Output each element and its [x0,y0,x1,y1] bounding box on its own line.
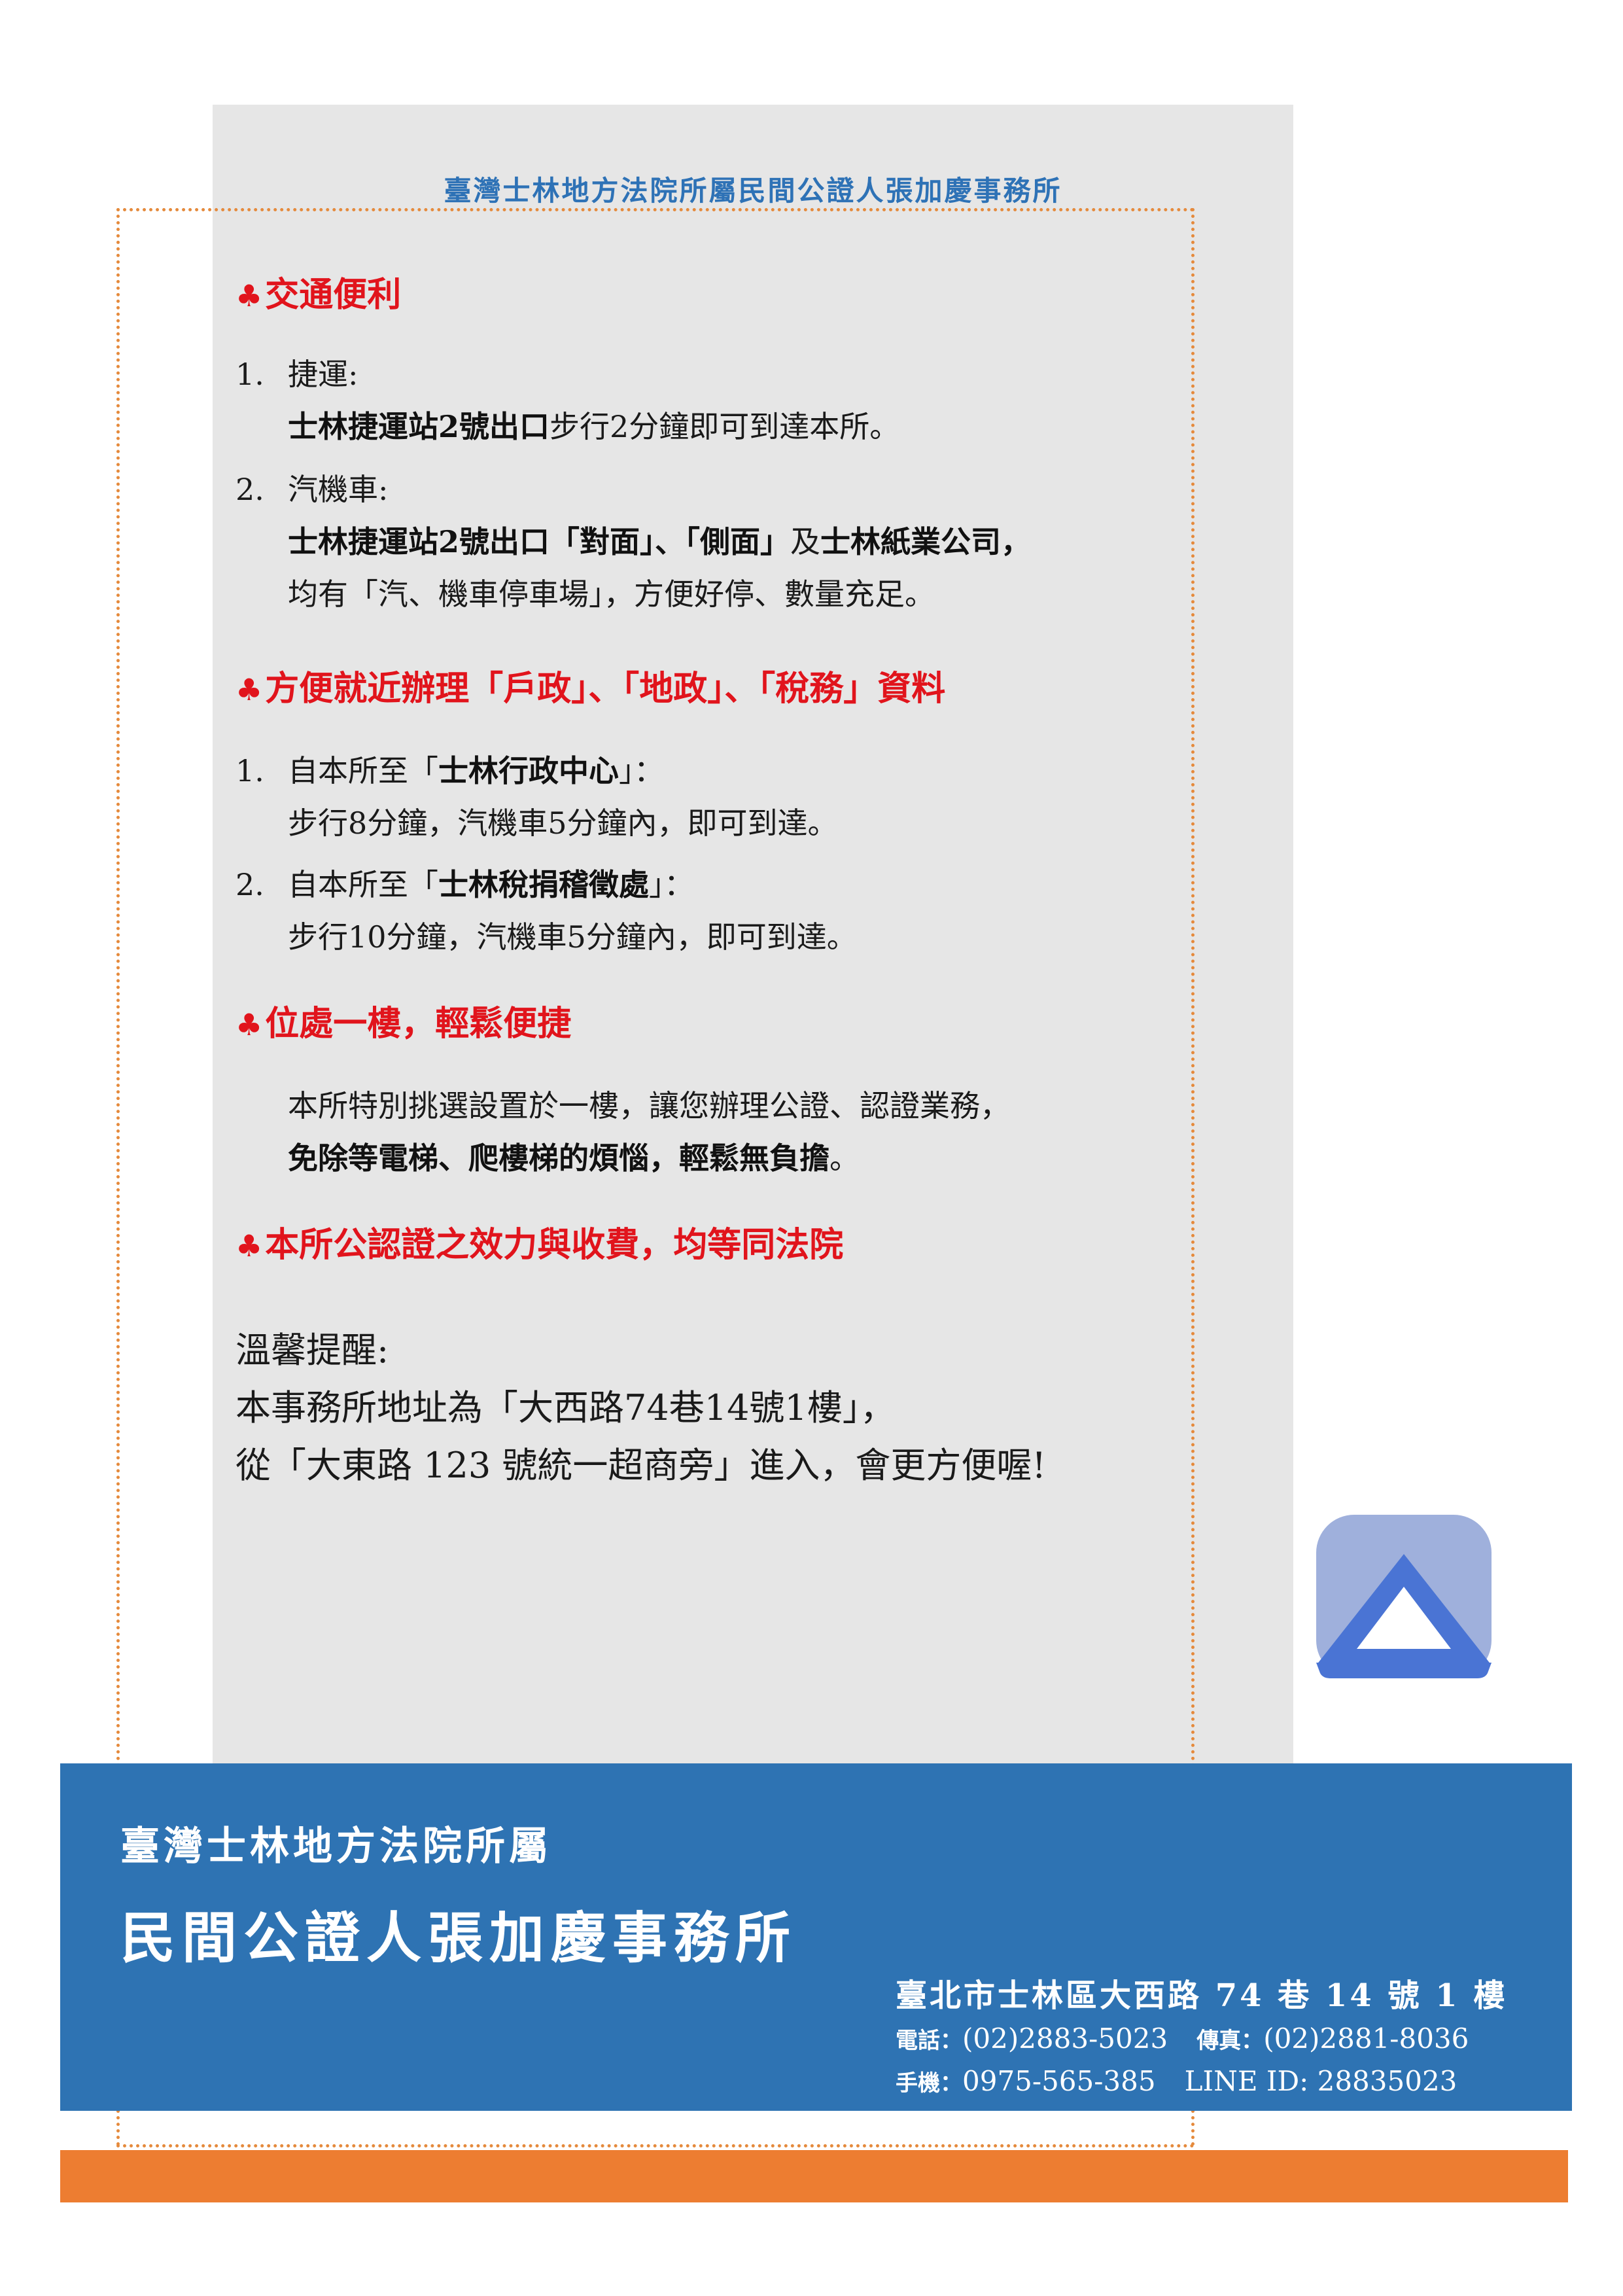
club-icon: ♣ [236,1007,263,1042]
header-title: 臺灣士林地方法院所屬民間公證人張加慶事務所 [444,175,1062,207]
reminder-heading: 溫馨提醒: [236,1330,389,1371]
footer-office-name: 民間公證人張加慶事務所 [120,1905,797,1970]
footer-band: 臺灣士林地方法院所屬 民間公證人張加慶事務所 臺北市士林區大西路 74 巷 14… [60,1763,1572,2111]
footer-contact: 臺北市士林區大西路 74 巷 14 號 1 樓 電話：(02)2883-5023… [896,1973,1507,2104]
list-item: 2. 汽機車: 士林捷運站2號出口「對面」、「側面」及士林紙業公司， 均有「汽、… [236,472,1032,612]
list-item: 2. 自本所至「士林稅捐稽徵處」： 步行10分鐘，汽機車5分鐘內，即可到達。 [236,867,857,955]
footer-phone-fax: 電話：(02)2883-5023 傳真：(02)2881-8036 [896,2022,1469,2055]
section-title: ♣本所公認證之效力與收費，均等同法院 [236,1225,844,1265]
reminder-line: 本事務所地址為「大西路74巷14號1樓」， [236,1387,896,1428]
footer-address: 臺北市士林區大西路 74 巷 14 號 1 樓 [896,1977,1508,2014]
section-title: ♣位處一樓，輕鬆便捷 [236,1004,572,1044]
paragraph: 本所特別挑選設置於一樓，讓您辦理公證、認證業務， 免除等電梯、爬樓梯的煩惱，輕鬆… [288,1088,1010,1176]
club-icon: ♣ [236,672,263,707]
reminder-line: 從「大東路 123 號統一超商旁」進入，會更方便喔! [236,1445,1047,1486]
reminder: 溫馨提醒: 本事務所地址為「大西路74巷14號1樓」， 從「大東路 123 號統… [236,1322,1046,1494]
footer-subtitle: 臺灣士林地方法院所屬 [120,1824,552,1869]
list-item: 1. 捷運: 士林捷運站2號出口步行2分鐘即可到達本所。 [236,357,900,444]
triangle-logo-icon [1310,1515,1498,1685]
section-title: ♣交通便利 [236,275,402,315]
orange-bar [60,2150,1568,2202]
section-title: ♣方便就近辦理「戶政」、「地政」、「稅務」資料 [236,669,946,709]
list-item: 1. 自本所至「士林行政中心」： 步行8分鐘，汽機車5分鐘內，即可到達。 [236,753,838,841]
footer-mobile-line: 手機：0975-565-385 LINE ID: 28835023 [896,2065,1457,2097]
club-icon: ♣ [236,278,263,313]
club-icon: ♣ [236,1228,263,1263]
